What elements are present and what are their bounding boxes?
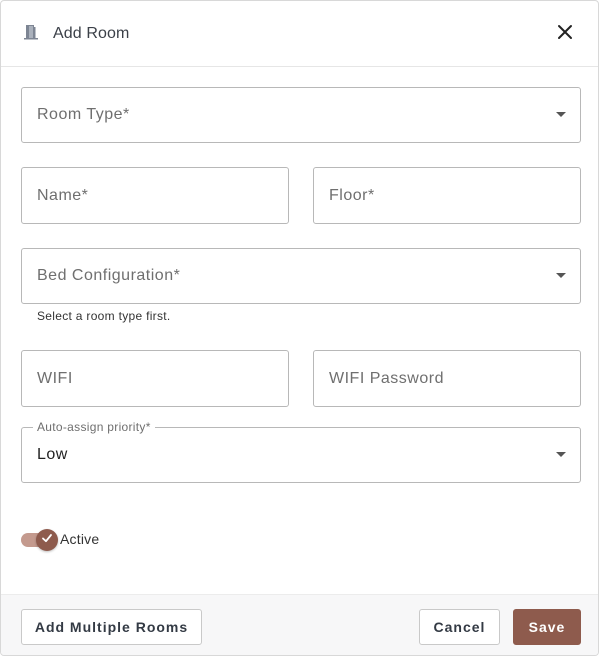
name-placeholder: Name* bbox=[37, 186, 89, 204]
auto-assign-priority-value: Low bbox=[37, 446, 68, 463]
dialog-footer: Add Multiple Rooms Cancel Save bbox=[1, 594, 598, 655]
chevron-down-icon bbox=[556, 273, 566, 278]
chevron-down-icon bbox=[556, 452, 566, 457]
dialog-header: Add Room bbox=[1, 1, 598, 67]
wifi-password-field[interactable]: WIFI Password bbox=[313, 350, 581, 407]
chevron-down-icon bbox=[556, 112, 566, 117]
close-icon bbox=[557, 24, 573, 45]
auto-assign-priority-select[interactable]: Auto-assign priority* Low bbox=[21, 420, 581, 483]
auto-assign-priority-label: Auto-assign priority* bbox=[33, 420, 155, 434]
save-button[interactable]: Save bbox=[513, 609, 581, 645]
room-type-select[interactable]: Room Type* bbox=[21, 87, 581, 143]
floor-placeholder: Floor* bbox=[329, 186, 375, 204]
name-field[interactable]: Name* bbox=[21, 167, 289, 224]
dialog-title: Add Room bbox=[53, 25, 130, 42]
wifi-placeholder: WIFI bbox=[37, 369, 73, 387]
bed-configuration-select[interactable]: Bed Configuration* bbox=[21, 248, 581, 304]
check-icon bbox=[41, 531, 53, 549]
door-icon bbox=[23, 24, 39, 40]
bed-configuration-helper-text: Select a room type first. bbox=[37, 309, 171, 323]
active-label: Active bbox=[60, 531, 100, 547]
active-toggle[interactable] bbox=[21, 529, 61, 551]
wifi-field[interactable]: WIFI bbox=[21, 350, 289, 407]
bed-configuration-placeholder: Bed Configuration* bbox=[37, 267, 181, 284]
cancel-button[interactable]: Cancel bbox=[419, 609, 500, 645]
room-type-placeholder: Room Type* bbox=[37, 106, 130, 123]
wifi-password-placeholder: WIFI Password bbox=[329, 369, 444, 387]
toggle-thumb bbox=[36, 529, 58, 551]
close-button[interactable] bbox=[551, 20, 579, 48]
add-room-dialog: Add Room Room Type* Name* Floor* Bed Con… bbox=[0, 0, 599, 656]
floor-field[interactable]: Floor* bbox=[313, 167, 581, 224]
add-multiple-rooms-button[interactable]: Add Multiple Rooms bbox=[21, 609, 202, 645]
